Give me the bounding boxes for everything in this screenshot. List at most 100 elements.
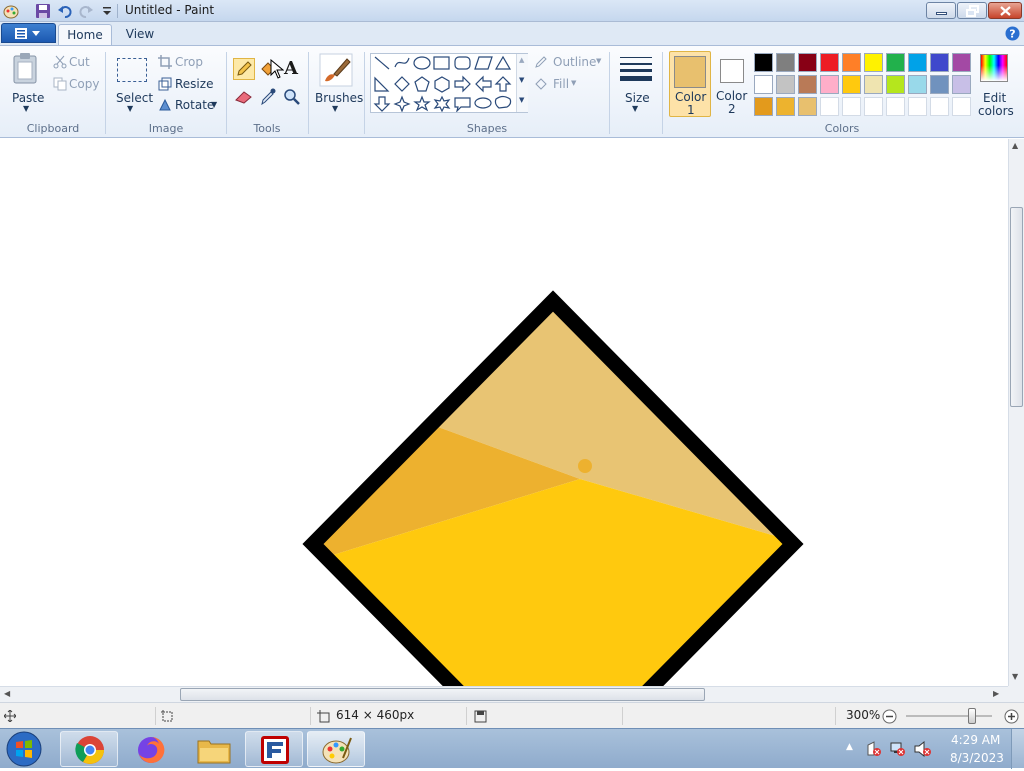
paint-menu-button[interactable] [1,23,56,43]
shapes-gallery[interactable]: ▲ ▼ ▼ [370,53,528,113]
start-button[interactable] [4,730,48,768]
palette-swatch[interactable] [798,97,817,116]
canvas-area[interactable] [0,139,1008,686]
shapes-gallery-scroll[interactable]: ▲ ▼ ▼ [516,54,528,112]
canvas-dimensions: 614 × 460px [336,708,415,722]
rotate-button[interactable]: Rotate [175,98,214,112]
palette-swatch[interactable] [776,53,795,72]
magnifier-tool[interactable] [281,86,303,108]
minimize-button[interactable] [926,2,956,19]
vertical-scroll-thumb[interactable] [1010,207,1023,407]
zoom-slider-thumb[interactable] [967,708,976,724]
eraser-tool[interactable] [233,86,255,108]
palette-swatch[interactable] [754,53,773,72]
palette-swatch[interactable] [930,75,949,94]
palette-swatch[interactable] [908,75,927,94]
show-desktop-button[interactable] [1011,729,1024,769]
palette-swatch[interactable] [908,53,927,72]
color2-button[interactable]: Color 2 [713,51,751,117]
network-icon[interactable] [890,741,906,757]
palette-swatch[interactable] [820,75,839,94]
shapes-scroll-down-icon[interactable]: ▼ [519,76,524,84]
palette-swatch[interactable] [798,53,817,72]
palette-swatch[interactable] [930,53,949,72]
scroll-up-arrow[interactable]: ▲ [1012,141,1018,150]
clock-date[interactable]: 8/3/2023 [950,751,1004,765]
resize-button[interactable]: Resize [175,77,213,91]
zoom-out-icon[interactable] [882,709,897,724]
show-hidden-icons[interactable]: ▲ [846,742,853,752]
color1-button[interactable]: Color 1 [669,51,711,117]
scroll-right-arrow[interactable]: ▶ [993,689,999,698]
clock-time[interactable]: 4:29 AM [951,733,1000,747]
file-explorer-icon [197,740,231,764]
palette-swatch[interactable] [864,53,883,72]
taskbar-firefox[interactable] [121,731,179,767]
shapes-expand-icon[interactable]: ▼ [519,96,524,104]
zoom-slider-track[interactable] [906,715,992,717]
palette-swatch[interactable] [842,75,861,94]
restore-button[interactable] [957,2,987,19]
palette-swatch[interactable] [820,97,839,116]
paste-button[interactable]: Paste ▼ [4,50,48,116]
scroll-left-arrow[interactable]: ◀ [4,689,10,698]
palette-swatch[interactable] [952,97,971,116]
palette-swatch[interactable] [820,53,839,72]
redo-icon[interactable] [78,3,94,19]
size-button[interactable]: Size ▼ [615,50,657,118]
help-icon[interactable]: ? [1005,26,1020,41]
taskbar-paint[interactable] [307,731,365,767]
tab-view[interactable]: View [118,24,162,45]
undo-icon[interactable] [57,3,73,19]
vertical-scrollbar[interactable]: ▲ ▼ [1008,139,1024,686]
shapes-scroll-up-icon[interactable]: ▲ [519,56,524,64]
copy-button[interactable]: Copy [69,77,99,91]
customize-quick-access-icon[interactable] [99,3,115,19]
color-picker-tool[interactable] [257,86,279,108]
palette-swatch[interactable] [886,75,905,94]
rotate-icon [159,98,171,111]
volume-muted-icon[interactable] [914,741,932,757]
selection-size-icon [161,710,173,722]
palette-swatch[interactable] [886,53,905,72]
action-center-icon[interactable] [866,741,882,757]
text-tool[interactable]: A [281,58,303,80]
fill-button[interactable]: Fill [553,77,569,91]
palette-swatch[interactable] [754,97,773,116]
palette-swatch[interactable] [908,97,927,116]
drawing-canvas[interactable] [0,139,1008,686]
select-button[interactable]: Select ▼ [111,50,153,116]
crop-button[interactable]: Crop [175,55,203,69]
palette-swatch[interactable] [842,97,861,116]
close-icon [1000,6,1011,16]
palette-swatch[interactable] [776,97,795,116]
cut-button[interactable]: Cut [69,55,90,69]
close-button[interactable] [988,2,1022,19]
edit-colors-button[interactable]: Edit colors [975,50,1015,118]
scroll-down-arrow[interactable]: ▼ [1012,672,1018,681]
palette-swatch[interactable] [798,75,817,94]
save-icon[interactable] [35,3,51,19]
palette-swatch[interactable] [776,75,795,94]
palette-swatch[interactable] [930,97,949,116]
palette-swatch[interactable] [886,97,905,116]
zoom-in-icon[interactable] [1004,709,1019,724]
palette-swatch[interactable] [842,53,861,72]
tab-home[interactable]: Home [58,24,112,45]
horizontal-scroll-thumb[interactable] [180,688,705,701]
palette-swatch[interactable] [864,97,883,116]
palette-swatch[interactable] [864,75,883,94]
taskbar-filezilla[interactable] [245,731,303,767]
palette-swatch[interactable] [754,75,773,94]
palette-swatch[interactable] [952,75,971,94]
menu-icon [15,28,40,39]
pencil-tool[interactable] [233,58,255,80]
taskbar-chrome[interactable] [60,731,118,767]
paint-app-icon[interactable] [3,3,19,19]
status-divider [622,707,623,725]
brushes-button[interactable]: Brushes ▼ [312,50,363,118]
horizontal-scrollbar[interactable]: ◀ ▶ [0,686,1008,702]
taskbar-file-explorer[interactable] [184,731,242,767]
outline-button[interactable]: Outline [553,55,596,69]
palette-swatch[interactable] [952,53,971,72]
